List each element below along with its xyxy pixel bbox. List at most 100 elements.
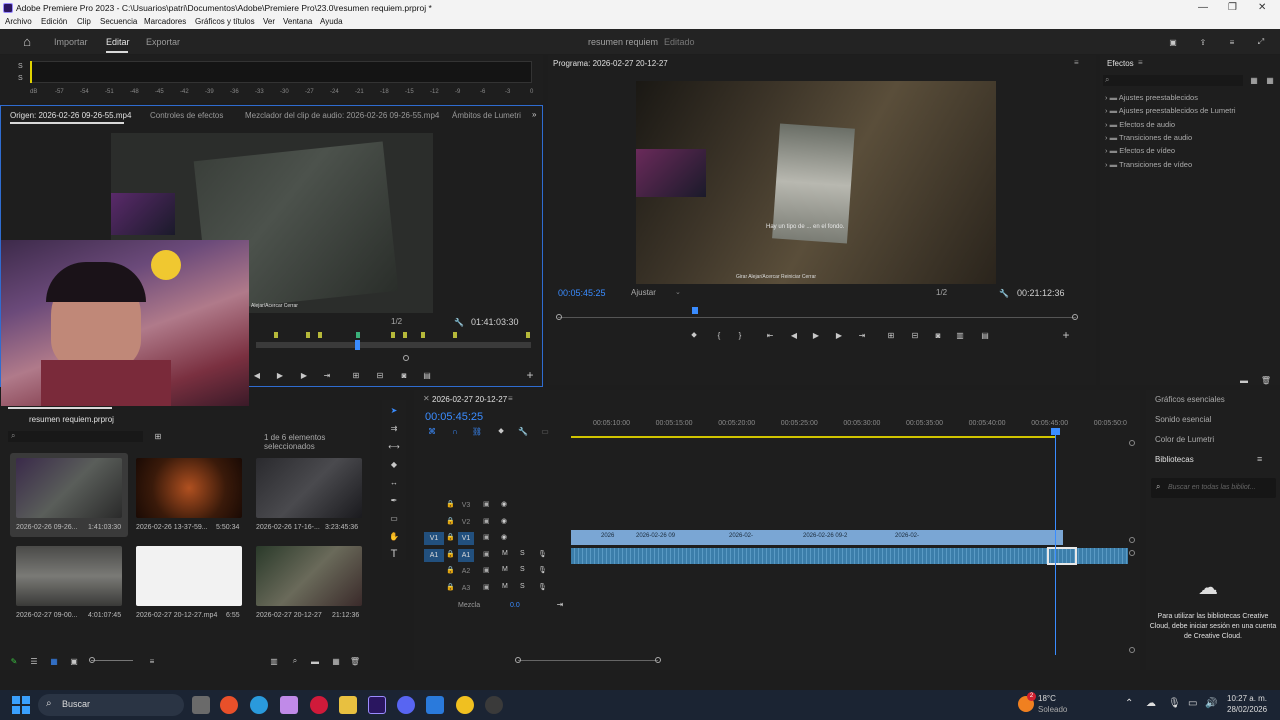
lift-icon[interactable]: ⊞	[884, 329, 898, 341]
mute-button[interactable]: M	[502, 550, 508, 557]
effects-category[interactable]: › ▬ Ajustes preestablecidos	[1105, 93, 1198, 102]
tab-editar[interactable]: Editar	[106, 37, 130, 47]
project-title[interactable]: resumen requiem.prproj	[29, 415, 114, 424]
automate-icon[interactable]: ▥	[268, 655, 280, 667]
zoom-slider-handle[interactable]	[89, 657, 95, 663]
program-zoom-right[interactable]	[1072, 314, 1078, 320]
program-title[interactable]: Programa: 2026-02-27 20-12-27	[553, 59, 668, 68]
linked-selection-icon[interactable]: ⛓	[472, 426, 482, 436]
a-scroll-bottom[interactable]	[1129, 647, 1135, 653]
lock-icon[interactable]: 🔒	[446, 566, 455, 574]
effects-category[interactable]: › ▬ Efectos de audio	[1105, 120, 1175, 129]
step-forward-icon[interactable]: ▶	[298, 369, 310, 381]
mark-in-icon[interactable]: {	[713, 329, 725, 341]
timeline-playhead[interactable]	[1055, 430, 1056, 655]
ripple-edit-icon[interactable]: ⟷	[388, 440, 400, 452]
export-frame-icon[interactable]: ◙	[397, 369, 411, 381]
premiere-taskbar-icon[interactable]	[368, 696, 386, 714]
fit-dropdown-icon[interactable]: ⌄	[675, 288, 681, 296]
minimize-icon[interactable]: —	[1198, 2, 1208, 13]
selected-audio-clip[interactable]	[1047, 547, 1077, 565]
find-icon[interactable]: ⌕	[289, 655, 301, 667]
mic-icon[interactable]: 🎙	[538, 566, 547, 574]
freeform-view-icon[interactable]: ▣	[68, 655, 80, 667]
menu-ayuda[interactable]: Ayuda	[320, 17, 343, 26]
chrome-icon[interactable]	[220, 696, 238, 714]
new-item-icon[interactable]: ▦	[330, 655, 342, 667]
sync-lock-icon[interactable]: ▣	[483, 517, 490, 525]
effects-menu-icon[interactable]: ≡	[1138, 58, 1143, 67]
h-scroll-right[interactable]	[655, 657, 661, 663]
source-patch[interactable]: V1	[424, 532, 444, 545]
program-wrench-icon[interactable]: 🔧	[998, 287, 1010, 299]
effects-category[interactable]: › ▬ Efectos de vídeo	[1105, 146, 1175, 155]
source-scrub-bar[interactable]	[256, 342, 531, 348]
program-menu-icon[interactable]: ≡	[1074, 58, 1079, 67]
program-export-frame-icon[interactable]: ◙	[931, 329, 945, 341]
eye-icon[interactable]: ◉	[501, 500, 507, 508]
type-icon[interactable]: T	[388, 548, 400, 560]
track-name[interactable]: A2	[458, 565, 474, 578]
program-step-back-icon[interactable]: ◀	[788, 329, 800, 341]
insert-icon[interactable]: ⊞	[349, 369, 363, 381]
sync-lock-icon[interactable]: ▣	[483, 583, 490, 591]
project-item-thumb[interactable]	[136, 546, 242, 606]
menu-ver[interactable]: Ver	[263, 17, 275, 26]
quick-export-icon[interactable]: ▣	[1166, 35, 1180, 49]
project-bin-icon[interactable]: ⊞	[152, 430, 164, 442]
sequence-tab[interactable]: 2026-02-27 20-12-27	[432, 395, 507, 404]
extract-icon[interactable]: ⊟	[908, 329, 922, 341]
cloud-tray-icon[interactable]: ☁	[1146, 698, 1156, 709]
program-play-icon[interactable]: ▶	[810, 329, 822, 341]
project-search-input[interactable]	[8, 431, 143, 442]
obs-icon[interactable]	[485, 696, 503, 714]
new-bin-icon[interactable]: ▦	[1248, 74, 1260, 86]
explorer-icon[interactable]	[339, 696, 357, 714]
new-bin-folder-icon[interactable]: ▬	[309, 655, 321, 667]
go-to-in-icon[interactable]: ⇤	[764, 329, 776, 341]
source-fraction[interactable]: 1/2	[391, 317, 402, 326]
program-go-to-out-icon[interactable]: ⇥	[856, 329, 868, 341]
program-playhead[interactable]	[692, 307, 698, 314]
essential-graphics[interactable]: Gráficos esenciales	[1155, 395, 1225, 404]
edge-icon[interactable]	[250, 696, 268, 714]
sequence-menu-icon[interactable]: ≡	[508, 394, 513, 403]
clock-time[interactable]: 10:27 a. m.	[1227, 694, 1267, 703]
opera-icon[interactable]	[310, 696, 328, 714]
menu-marcadores[interactable]: Marcadores	[144, 17, 186, 26]
captions-icon[interactable]: ▭	[540, 426, 550, 436]
nest-icon[interactable]: ⌘	[427, 426, 437, 436]
mute-button[interactable]: M	[502, 566, 508, 573]
a-scroll-mid[interactable]	[1129, 550, 1135, 556]
tab-exportar[interactable]: Exportar	[146, 37, 180, 47]
effects-category[interactable]: › ▬ Transiciones de vídeo	[1105, 160, 1192, 169]
pen-icon[interactable]: ✒	[388, 494, 400, 506]
solo-button[interactable]: S	[520, 583, 525, 590]
timeline-close-icon[interactable]: ✕	[423, 394, 430, 403]
mute-button[interactable]: M	[502, 583, 508, 590]
monitor-tray-icon[interactable]: ▭	[1188, 698, 1197, 709]
sort-icon[interactable]: ≡	[146, 655, 158, 667]
effects-title[interactable]: Efectos	[1107, 59, 1134, 68]
add-marker-icon[interactable]: ⬥	[688, 329, 700, 341]
rectangle-icon[interactable]: ▭	[388, 512, 400, 524]
menu-edicion[interactable]: Edición	[41, 17, 67, 26]
workspaces-icon[interactable]: ≡	[1225, 35, 1239, 49]
timeline-playhead-head[interactable]	[1051, 428, 1060, 435]
mix-go-to-icon[interactable]: ⇥	[555, 599, 565, 609]
program-timecode[interactable]: 00:05:45:25	[558, 288, 606, 298]
source-patch[interactable]: A1	[424, 548, 444, 562]
program-fraction[interactable]: 1/2	[936, 288, 947, 297]
work-area-bar[interactable]	[571, 436, 1056, 438]
hand-icon[interactable]: ✋	[388, 530, 400, 542]
tab-origen[interactable]: Origen: 2026-02-26 09-26-55.mp4	[10, 111, 131, 120]
close-icon[interactable]: ✕	[1258, 2, 1266, 13]
add-button-icon[interactable]: +	[524, 368, 536, 382]
list-view-icon[interactable]: ☰	[28, 655, 40, 667]
selection-tool-icon[interactable]: ➤	[388, 404, 400, 416]
new-preset-icon[interactable]: ▦	[1264, 74, 1276, 86]
effects-category[interactable]: › ▬ Transiciones de audio	[1105, 133, 1192, 142]
effects-search-input[interactable]	[1103, 75, 1243, 86]
timeline-h-scroll[interactable]	[518, 660, 658, 661]
menu-ventana[interactable]: Ventana	[283, 17, 312, 26]
